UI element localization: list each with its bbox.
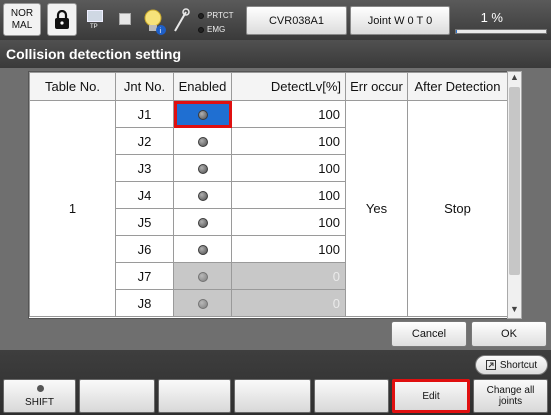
enabled-indicator-icon [197, 137, 208, 148]
page-title: Collision detection setting [0, 40, 551, 68]
emg-indicator: EMG [198, 25, 225, 34]
speed-indicator[interactable]: 1 % [453, 6, 548, 35]
jnt-no-cell: J4 [115, 181, 174, 209]
enabled-indicator-icon [197, 110, 208, 121]
edit-button[interactable]: Edit [392, 379, 470, 413]
detectlv-cell[interactable]: 100 [231, 100, 346, 128]
after-detection-cell[interactable]: Stop [407, 100, 508, 317]
status-bar: NOR MAL TP i PRTCT EMG CVR038A1 Joint W … [0, 0, 551, 40]
prtct-indicator: PRTCT [198, 11, 234, 20]
shortcut-icon [485, 360, 496, 370]
jnt-no-cell: J5 [115, 208, 174, 236]
jnt-no-cell: J8 [115, 289, 174, 317]
shortcut-button[interactable]: Shortcut [475, 355, 548, 375]
f3-button[interactable] [158, 379, 231, 413]
detectlv-cell[interactable]: 100 [231, 235, 346, 263]
ok-button[interactable]: OK [471, 321, 547, 347]
bulb-info-icon: i [144, 9, 166, 35]
detectlv-cell[interactable]: 100 [231, 127, 346, 155]
jnt-no-cell: J3 [115, 154, 174, 182]
cancel-button[interactable]: Cancel [391, 321, 467, 347]
speed-label: 1 % [480, 10, 503, 25]
emg-led [198, 26, 204, 33]
header-jnt-no: Jnt No. [115, 72, 174, 101]
enabled-indicator-icon [197, 164, 208, 175]
mode-button[interactable]: NOR MAL [3, 3, 41, 36]
enabled-indicator-icon [197, 299, 208, 310]
f1-shift-button[interactable]: SHIFT [3, 379, 76, 413]
enabled-cell-j2[interactable] [173, 127, 232, 155]
shift-label: SHIFT [25, 397, 54, 408]
teach-pendant-icon: TP [87, 10, 105, 36]
table-row: 1 J1 100 Yes Stop [29, 100, 508, 317]
emg-label: EMG [207, 25, 226, 34]
scroll-down-icon[interactable]: ▼ [508, 304, 521, 318]
header-enabled: Enabled [173, 72, 232, 101]
f5-button[interactable] [314, 379, 389, 413]
enabled-cell-j1[interactable] [173, 100, 232, 128]
collision-table: Table No. Jnt No. Enabled DetectLv[%] Er… [29, 72, 508, 317]
scroll-thumb[interactable] [509, 87, 520, 275]
enabled-indicator-icon [197, 218, 208, 229]
detectlv-cell: 0 [231, 289, 346, 317]
enabled-cell-j5[interactable] [173, 208, 232, 236]
tp-label: TP [90, 24, 98, 30]
lock-icon [55, 9, 69, 29]
detectlv-cell[interactable]: 100 [231, 154, 346, 182]
enabled-cell-j4[interactable] [173, 181, 232, 209]
enabled-cell-j3[interactable] [173, 154, 232, 182]
enabled-cell-j8 [173, 289, 232, 317]
table-header-row: Table No. Jnt No. Enabled DetectLv[%] Er… [29, 72, 508, 101]
function-key-bar: Shortcut SHIFT Edit Change all joints [0, 350, 551, 415]
prtct-label: PRTCT [207, 11, 234, 20]
shortcut-label: Shortcut [499, 359, 538, 371]
enabled-indicator-icon [197, 191, 208, 202]
header-after-detection: After Detection [407, 72, 508, 101]
jnt-no-cell: J1 [115, 100, 174, 128]
table-no-cell[interactable]: 1 [29, 100, 116, 317]
header-table-no: Table No. [29, 72, 116, 101]
enabled-indicator-icon [197, 245, 208, 256]
collision-table-panel: Table No. Jnt No. Enabled DetectLv[%] Er… [28, 71, 522, 319]
change-all-joints-button[interactable]: Change all joints [473, 379, 548, 413]
program-button[interactable]: CVR038A1 [246, 6, 347, 35]
main-panel: Table No. Jnt No. Enabled DetectLv[%] Er… [0, 68, 551, 350]
lock-button[interactable] [47, 3, 77, 36]
f2-button[interactable] [79, 379, 155, 413]
jnt-no-cell: J6 [115, 235, 174, 263]
table-scrollbar[interactable]: ▲ ▼ [507, 71, 522, 319]
header-detectlv: DetectLv[%] [231, 72, 346, 101]
joint-mode-button[interactable]: Joint W 0 T 0 [350, 6, 450, 35]
speed-bar-fill [456, 30, 457, 33]
detectlv-cell[interactable]: 100 [231, 181, 346, 209]
shift-indicator-icon [37, 385, 44, 392]
f4-button[interactable] [234, 379, 311, 413]
err-occur-cell[interactable]: Yes [345, 100, 408, 317]
scroll-up-icon[interactable]: ▲ [508, 72, 521, 86]
jnt-no-cell: J7 [115, 262, 174, 290]
tool-icon [174, 8, 190, 32]
stop-square-icon [119, 13, 131, 25]
jnt-no-cell: J2 [115, 127, 174, 155]
enabled-indicator-icon [197, 272, 208, 283]
header-err-occur: Err occur [345, 72, 408, 101]
detectlv-cell: 0 [231, 262, 346, 290]
prtct-led [198, 12, 204, 19]
enabled-cell-j6[interactable] [173, 235, 232, 263]
enabled-cell-j7 [173, 262, 232, 290]
detectlv-cell[interactable]: 100 [231, 208, 346, 236]
speed-bar [455, 29, 547, 34]
